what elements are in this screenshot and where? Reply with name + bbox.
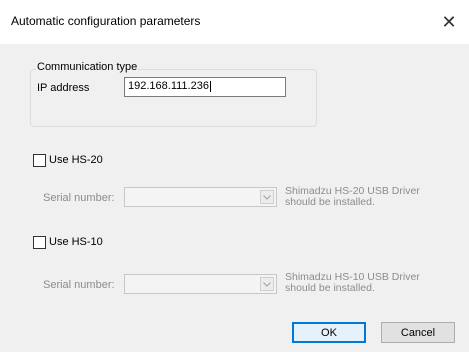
text-caret [209,80,211,92]
ip-address-input[interactable]: 192.168.111.236 [124,77,286,97]
title-bar: Automatic configuration parameters ✕ [0,0,469,44]
ip-address-value: 192.168.111.236 [128,80,209,92]
use-hs20-checkbox[interactable] [33,154,46,167]
dialog-window: Automatic configuration parameters ✕ Com… [0,0,469,352]
hs10-note-line2: should be installed. [285,282,375,294]
use-hs10-checkbox[interactable] [33,236,46,249]
communication-group-label: Communication type [36,61,139,73]
hs20-driver-note: Shimadzu HS-20 USB Driver should be inst… [285,186,420,208]
ok-button[interactable]: OK [292,322,366,343]
hs20-serial-label: Serial number: [43,192,115,204]
chevron-down-icon[interactable] [260,277,274,291]
use-hs10-label[interactable]: Use HS-10 [49,236,103,248]
hs20-note-line2: should be installed. [285,196,375,208]
window-title: Automatic configuration parameters [11,14,201,28]
hs10-driver-note: Shimadzu HS-10 USB Driver should be inst… [285,272,420,294]
close-icon: ✕ [441,11,457,32]
hs10-serial-label: Serial number: [43,279,115,291]
hs20-serial-select[interactable] [124,187,277,207]
close-button[interactable]: ✕ [429,0,469,44]
use-hs20-label[interactable]: Use HS-20 [49,154,103,166]
ip-address-label: IP address [37,82,90,94]
hs10-serial-select[interactable] [124,274,277,294]
cancel-button[interactable]: Cancel [381,322,455,343]
chevron-down-icon[interactable] [260,190,274,204]
